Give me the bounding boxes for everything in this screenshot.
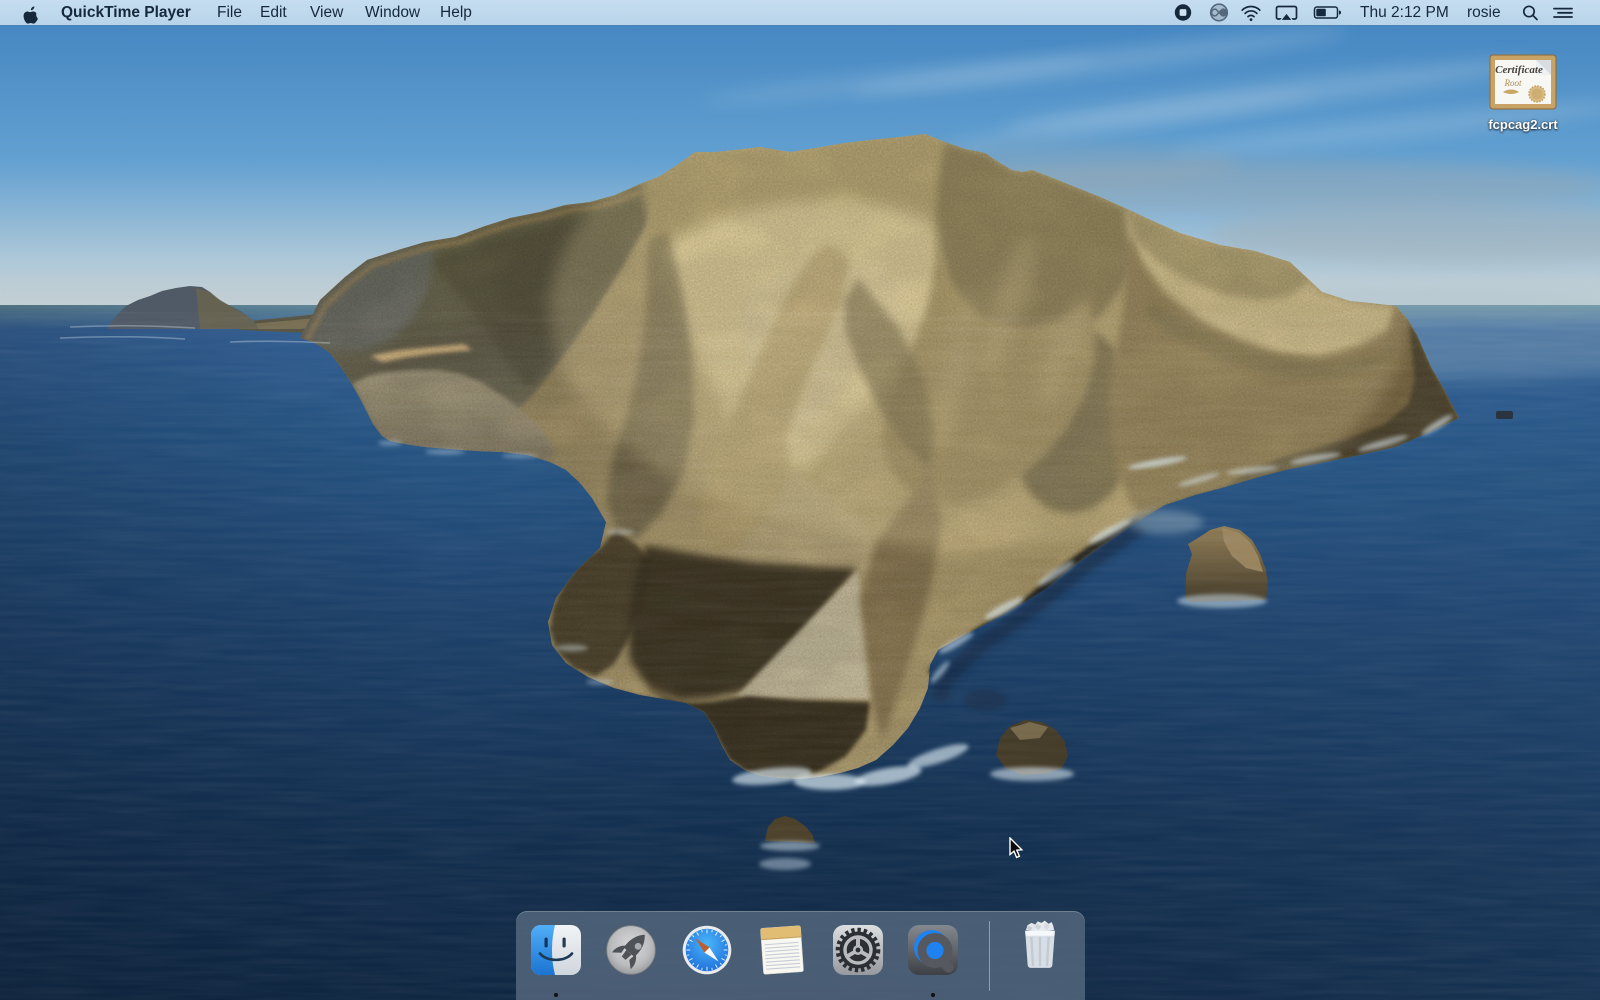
svg-text:Certificate: Certificate — [1495, 64, 1543, 76]
svg-text:Root: Root — [1504, 78, 1522, 88]
